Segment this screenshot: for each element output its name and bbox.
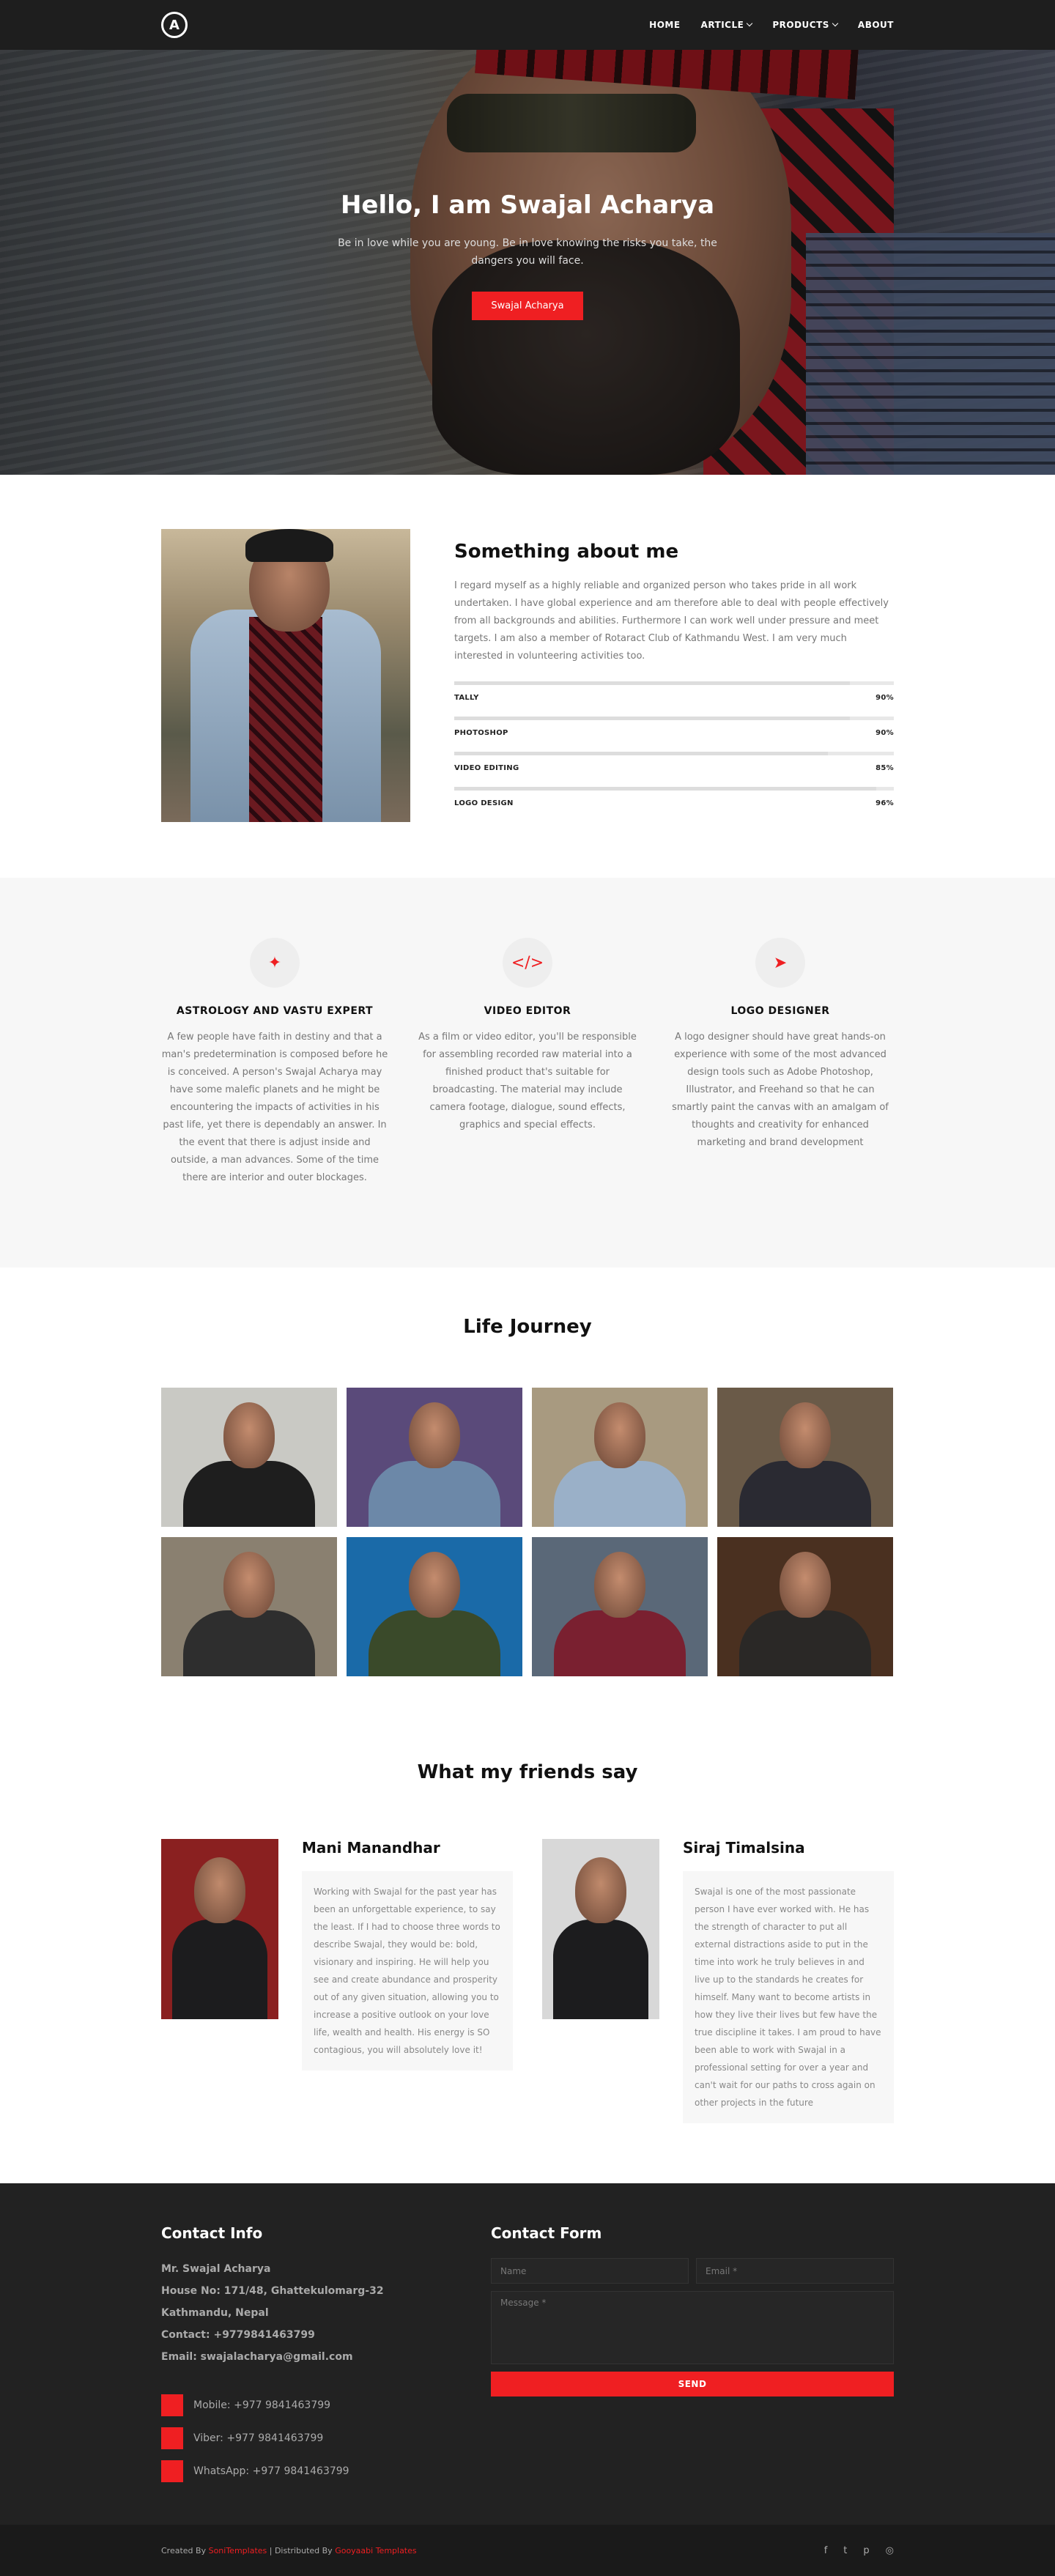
journey-photo[interactable]	[717, 1537, 893, 1676]
journey-title: Life Journey	[463, 1316, 592, 1338]
contact-icon	[161, 2460, 183, 2482]
testimonial-card: Mani Manandhar Working with Swajal for th…	[161, 1839, 513, 2123]
facebook-icon[interactable]: f	[824, 2545, 828, 2556]
top-navbar: A HOME ARTICLE PRODUCTS ABOUT	[0, 0, 1055, 50]
hero-button[interactable]: Swajal Acharya	[472, 292, 583, 320]
skill-name: TALLY	[454, 694, 479, 702]
contact-method: Viber: +977 9841463799	[161, 2427, 491, 2449]
distributor-link[interactable]: Gooyaabi Templates	[335, 2546, 416, 2555]
paper-plane-icon: ➤	[755, 938, 805, 988]
testimonial-photo	[161, 1839, 278, 2019]
contact-social-list: Mobile: +977 9841463799 Viber: +977 98414…	[161, 2394, 491, 2482]
skill-name: VIDEO EDITING	[454, 764, 519, 772]
journey-photo[interactable]	[532, 1388, 708, 1527]
skill-item: VIDEO EDITING 85%	[454, 752, 894, 772]
service-text: A few people have faith in destiny and t…	[161, 1032, 388, 1183]
service-card: ✦ ASTROLOGY AND VASTU EXPERT A few people …	[161, 938, 388, 1187]
journey-gallery	[161, 1388, 894, 1676]
testimonial-photo	[542, 1839, 659, 2019]
contact-info: Mr. Swajal Acharya House No: 171/48, Ghat…	[161, 2258, 491, 2368]
credits: Created By SoniTemplates | Distributed B…	[161, 2545, 417, 2555]
send-button[interactable]: SEND	[491, 2372, 894, 2397]
hero-subtitle: Be in love while you are young. Be in lo…	[338, 237, 717, 267]
journey-photo[interactable]	[347, 1537, 522, 1676]
contact-line: House No: 171/48, Ghattekulomarg-32	[161, 2285, 384, 2297]
skill-item: PHOTOSHOP 90%	[454, 717, 894, 737]
site-logo[interactable]: A	[161, 12, 188, 38]
service-title: VIDEO EDITOR	[484, 1005, 571, 1017]
service-text: As a film or video editor, you'll be res…	[418, 1032, 637, 1130]
journey-photo[interactable]	[347, 1388, 522, 1527]
bottom-bar: Created By SoniTemplates | Distributed B…	[0, 2525, 1055, 2576]
hero-section: Hello, I am Swajal Acharya Be in love wh…	[0, 50, 1055, 475]
code-icon: </>	[503, 938, 552, 988]
skill-percent: 90%	[876, 729, 894, 737]
services-section: ✦ ASTROLOGY AND VASTU EXPERT A few people …	[0, 878, 1055, 1267]
name-input[interactable]: Name	[491, 2258, 689, 2284]
about-text: I regard myself as a highly reliable and…	[454, 580, 889, 662]
contact-info-title: Contact Info	[161, 2224, 263, 2242]
contact-line: Email: swajalacharya@gmail.com	[161, 2351, 353, 2363]
magic-wand-icon: ✦	[250, 938, 300, 988]
skill-percent: 90%	[876, 694, 894, 702]
skill-percent: 85%	[876, 764, 894, 772]
nav-products[interactable]: PRODUCTS	[772, 20, 839, 30]
journey-section: Life Journey	[0, 1267, 1055, 1714]
contact-line: Contact: +9779841463799	[161, 2329, 315, 2341]
testimonial-quote: Swajal is one of the most passionate per…	[683, 1871, 894, 2123]
about-photo	[161, 529, 410, 822]
testimonial-card: Siraj Timalsina Swajal is one of the most…	[542, 1839, 894, 2123]
chevron-down-icon	[832, 20, 839, 27]
twitter-icon[interactable]: t	[843, 2545, 847, 2556]
social-icons: f t p ◎	[824, 2545, 894, 2556]
skill-bar	[454, 717, 894, 720]
contact-line: Kathmandu, Nepal	[161, 2307, 269, 2319]
about-section: Something about me I regard myself as a …	[0, 475, 1055, 878]
testimonial-quote: Working with Swajal for the past year ha…	[302, 1871, 513, 2070]
testimonials-section: What my friends say Mani Manandhar Workin…	[0, 1714, 1055, 2183]
journey-photo[interactable]	[532, 1537, 708, 1676]
testimonial-name: Siraj Timalsina	[683, 1839, 805, 1857]
email-input[interactable]: Email *	[696, 2258, 894, 2284]
contact-line: Mr. Swajal Acharya	[161, 2263, 271, 2275]
chevron-down-icon	[747, 20, 753, 27]
journey-photo[interactable]	[161, 1388, 337, 1527]
service-title: ASTROLOGY AND VASTU EXPERT	[176, 1005, 374, 1017]
testimonial-name: Mani Manandhar	[302, 1839, 440, 1857]
service-title: LOGO DESIGNER	[730, 1005, 830, 1017]
skills-list: TALLY 90% PHOTOSHOP 90% VIDEO EDITING 85% LOGO…	[454, 681, 894, 807]
contact-icon	[161, 2394, 183, 2416]
skill-percent: 96%	[876, 799, 894, 807]
nav-about[interactable]: ABOUT	[858, 20, 894, 30]
contact-form-title: Contact Form	[491, 2224, 602, 2242]
creator-link[interactable]: SoniTemplates	[209, 2546, 267, 2555]
nav-article[interactable]: ARTICLE	[701, 20, 753, 30]
contact-method: WhatsApp: +977 9841463799	[161, 2460, 491, 2482]
skill-bar	[454, 681, 894, 685]
message-input[interactable]: Message *	[491, 2291, 894, 2364]
nav-home[interactable]: HOME	[649, 20, 680, 30]
about-title: Something about me	[454, 541, 679, 563]
testimonials-title: What my friends say	[417, 1761, 638, 1783]
skill-name: PHOTOSHOP	[454, 729, 508, 737]
pinterest-icon[interactable]: p	[863, 2545, 869, 2556]
service-card: </> VIDEO EDITOR As a film or video editor…	[414, 938, 641, 1187]
contact-method: Mobile: +977 9841463799	[161, 2394, 491, 2416]
hero-title: Hello, I am Swajal Acharya	[340, 190, 715, 220]
instagram-icon[interactable]: ◎	[886, 2545, 894, 2556]
skill-item: TALLY 90%	[454, 681, 894, 702]
main-menu: HOME ARTICLE PRODUCTS ABOUT	[649, 20, 894, 30]
service-text: A logo designer should have great hands-…	[672, 1032, 889, 1148]
footer: Contact Info Mr. Swajal Acharya House No:…	[0, 2183, 1055, 2525]
skill-bar	[454, 787, 894, 791]
contact-icon	[161, 2427, 183, 2449]
journey-photo[interactable]	[161, 1537, 337, 1676]
skill-name: LOGO DESIGN	[454, 799, 514, 807]
skill-item: LOGO DESIGN 96%	[454, 787, 894, 807]
service-card: ➤ LOGO DESIGNER A logo designer should hav…	[667, 938, 894, 1187]
journey-photo[interactable]	[717, 1388, 893, 1527]
skill-bar	[454, 752, 894, 755]
